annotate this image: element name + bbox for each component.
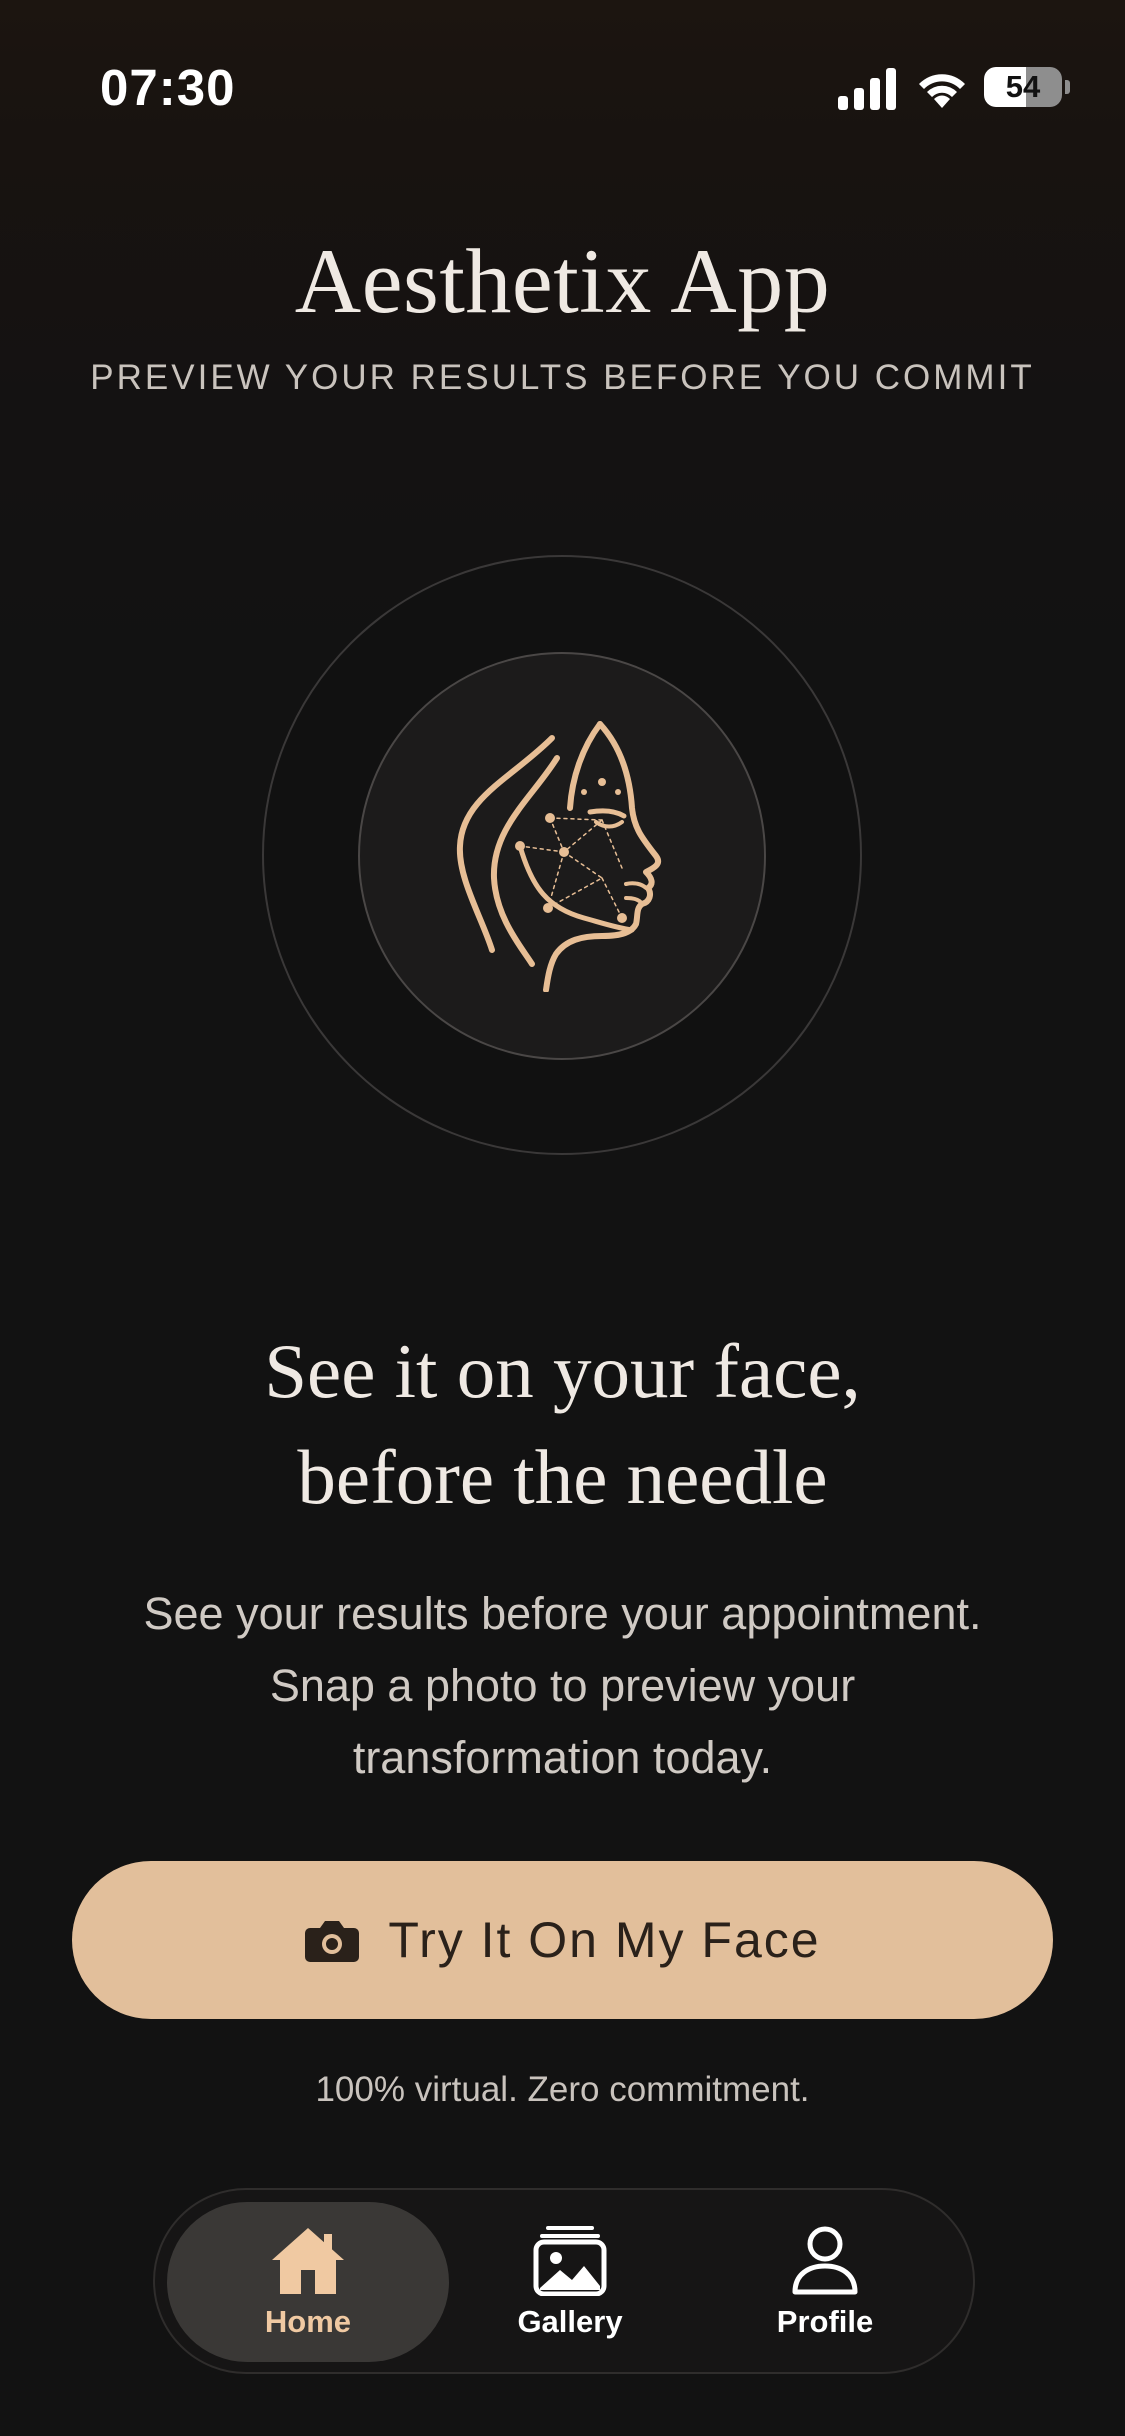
try-it-on-my-face-button[interactable]: Try It On My Face (72, 1861, 1053, 2019)
cellular-signal-icon (838, 68, 896, 110)
battery-level: 54 (1005, 69, 1041, 104)
battery-icon: 54 (984, 65, 1070, 109)
tab-gallery[interactable]: Gallery (445, 2202, 695, 2362)
tab-bar: Home Gallery Profile (153, 2188, 975, 2374)
description-line-3: transformation today. (352, 1732, 773, 1783)
cta-label: Try It On My Face (388, 1912, 821, 1968)
face-profile-icon (456, 721, 662, 992)
app-title: Aesthetix App (294, 230, 831, 332)
tab-home-label: Home (264, 2304, 352, 2339)
disclaimer: 100% virtual. Zero commitment. (315, 2070, 810, 2109)
wifi-icon (919, 74, 965, 108)
profile-icon (792, 2226, 858, 2295)
tab-gallery-label: Gallery (517, 2304, 623, 2339)
tab-profile-label: Profile (776, 2304, 874, 2339)
status-time: 07:30 (100, 59, 236, 116)
gallery-icon (533, 2226, 607, 2296)
description-line-2: Snap a photo to preview your (269, 1660, 856, 1711)
status-bar: 07:30 54 (0, 0, 1125, 180)
headline: See it on your face, before the needle (0, 1318, 1125, 1530)
tab-home[interactable]: Home (167, 2202, 449, 2362)
app-subtitle: PREVIEW YOUR RESULTS BEFORE YOU COMMIT (90, 358, 1035, 397)
home-icon (272, 2228, 344, 2294)
headline-line-2: before the needle (297, 1434, 828, 1520)
description-line-1: See your results before your appointment… (143, 1588, 982, 1639)
tab-profile[interactable]: Profile (695, 2202, 955, 2362)
headline-line-1: See it on your face, (264, 1328, 861, 1414)
camera-icon (305, 1921, 360, 1962)
description: See your results before your appointment… (60, 1578, 1065, 1794)
